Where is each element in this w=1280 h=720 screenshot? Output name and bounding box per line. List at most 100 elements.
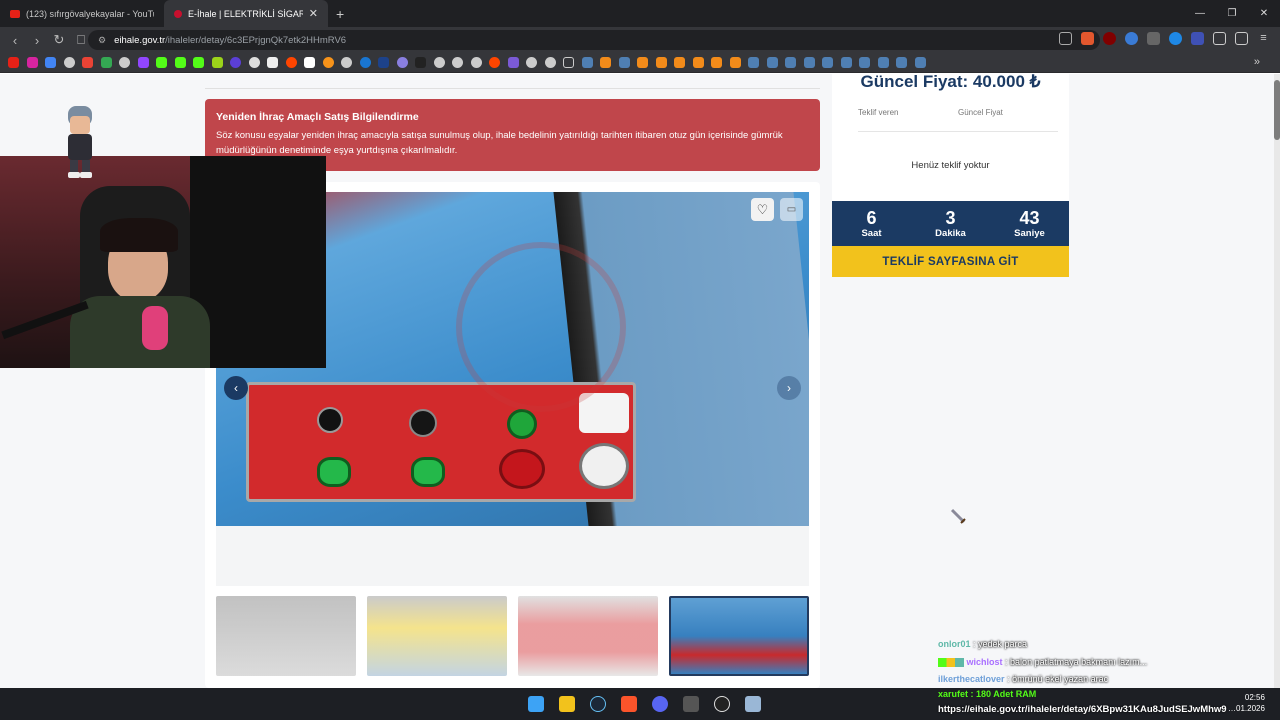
xbox-icon[interactable] xyxy=(211,57,223,68)
brave-shield-icon[interactable] xyxy=(1081,32,1094,45)
orange-site-icon[interactable] xyxy=(729,57,741,68)
file-explorer-icon[interactable] xyxy=(559,696,575,712)
extension-icon[interactable] xyxy=(1169,32,1182,45)
tab-youtube[interactable]: (123) sıfırgövalyekayalar - YouTube xyxy=(0,0,164,27)
system-clock[interactable]: 02:56 …01.2026 xyxy=(1228,692,1265,714)
extension-icon[interactable] xyxy=(1191,32,1204,45)
puzzle-icon[interactable] xyxy=(1213,32,1226,45)
obs-icon[interactable] xyxy=(714,696,730,712)
steam-icon[interactable] xyxy=(748,57,759,68)
orange-site-icon[interactable] xyxy=(637,57,648,68)
app-icon[interactable] xyxy=(683,696,699,712)
minimize-icon[interactable]: — xyxy=(1184,0,1216,27)
gmail-icon[interactable] xyxy=(82,57,93,68)
page-scrollbar[interactable] xyxy=(1274,74,1280,688)
menu-icon[interactable]: ≡ xyxy=(1257,32,1270,45)
globe-icon[interactable] xyxy=(526,57,537,68)
orange-site-icon[interactable] xyxy=(692,57,704,68)
bitcoin-icon[interactable] xyxy=(322,57,334,68)
address-bar[interactable]: ⚙ eihale.gov.tr/ihaleler/detay/6c3EPrjgn… xyxy=(88,30,1100,50)
forward-icon[interactable]: › xyxy=(30,33,44,48)
back-icon[interactable]: ‹ xyxy=(8,33,22,48)
youtube-icon[interactable] xyxy=(8,57,19,68)
extension-icon[interactable] xyxy=(1147,32,1160,45)
kick-icon[interactable] xyxy=(193,57,204,68)
thumbnail-2[interactable] xyxy=(367,596,507,676)
orange-site-icon[interactable] xyxy=(600,57,611,68)
steam-icon[interactable] xyxy=(859,57,870,68)
fullscreen-icon[interactable]: ▭ xyxy=(780,198,803,221)
globe-icon[interactable] xyxy=(119,57,130,68)
avatar-shoe xyxy=(68,172,80,178)
steam-icon[interactable] xyxy=(590,696,606,712)
kick-icon[interactable] xyxy=(174,57,186,68)
reddit-icon[interactable] xyxy=(489,57,500,68)
drive-icon[interactable] xyxy=(100,57,112,68)
twitch-icon[interactable] xyxy=(137,57,149,68)
ublock-icon[interactable] xyxy=(1103,32,1116,45)
brave-icon[interactable] xyxy=(621,696,637,712)
tab-eihale[interactable]: E-İhale | ELEKTRİKLİ SİGARA SAR ✕ xyxy=(164,0,328,27)
emergency-stop xyxy=(499,449,545,489)
windows-start-icon[interactable] xyxy=(528,696,544,712)
orange-site-icon[interactable] xyxy=(674,57,685,68)
play-icon[interactable] xyxy=(359,57,371,68)
steam-icon[interactable] xyxy=(877,57,889,68)
seconds-label: Saniye xyxy=(1014,228,1045,239)
feather-icon[interactable] xyxy=(507,57,519,68)
translate-icon[interactable] xyxy=(45,57,56,68)
extension-icon[interactable] xyxy=(230,57,241,68)
share-icon[interactable] xyxy=(1059,32,1072,45)
scrollbar-thumb[interactable] xyxy=(1274,80,1280,140)
kick-icon[interactable] xyxy=(415,57,426,68)
parsec-icon[interactable] xyxy=(304,57,315,68)
favorite-heart-icon[interactable]: ♡ xyxy=(751,198,774,221)
steam-icon[interactable] xyxy=(840,57,852,68)
close-window-icon[interactable]: ✕ xyxy=(1248,0,1280,27)
globe-icon[interactable] xyxy=(433,57,445,68)
orange-site-icon[interactable] xyxy=(711,57,722,68)
extension-icon[interactable] xyxy=(396,57,408,68)
steam-icon[interactable] xyxy=(914,57,926,68)
prev-image-button[interactable]: ‹ xyxy=(224,376,248,400)
bid-card: Güncel Fiyat: 40.000 ₺ Teklif veren Günc… xyxy=(832,74,1069,201)
openai-icon[interactable] xyxy=(248,57,260,68)
reload-icon[interactable]: ↻ xyxy=(52,32,66,48)
new-tab-button[interactable]: + xyxy=(328,6,352,22)
orange-site-icon[interactable] xyxy=(655,57,667,68)
folder-icon[interactable] xyxy=(563,57,574,68)
restore-icon[interactable]: ❐ xyxy=(1216,0,1248,27)
steam-icon[interactable] xyxy=(618,57,630,68)
thumbnail-1[interactable] xyxy=(216,596,356,676)
globe-icon[interactable] xyxy=(63,57,75,68)
more-bookmarks-icon[interactable]: » xyxy=(1254,56,1260,68)
steam-icon[interactable] xyxy=(896,57,907,68)
globe-icon[interactable] xyxy=(470,57,482,68)
settings-icon[interactable] xyxy=(544,57,556,68)
globe-icon[interactable] xyxy=(452,57,463,68)
nba-icon[interactable] xyxy=(378,57,389,68)
steam-icon[interactable] xyxy=(581,57,593,68)
extension-icon[interactable] xyxy=(1125,32,1138,45)
image-caption-area xyxy=(216,526,809,586)
seconds-value: 43 xyxy=(1019,208,1040,228)
reddit-icon[interactable] xyxy=(285,57,297,68)
thumbnail-3[interactable] xyxy=(518,596,658,676)
close-tab-icon[interactable]: ✕ xyxy=(309,7,318,20)
steam-icon[interactable] xyxy=(785,57,796,68)
sidebar-icon[interactable] xyxy=(1235,32,1248,45)
discord-icon[interactable] xyxy=(652,696,668,712)
x-icon[interactable] xyxy=(267,57,278,68)
steam-icon[interactable] xyxy=(803,57,815,68)
app-icon[interactable] xyxy=(745,696,761,712)
globe-icon[interactable] xyxy=(341,57,352,68)
steam-icon[interactable] xyxy=(822,57,833,68)
thumbnail-4-selected[interactable] xyxy=(669,596,809,676)
steam-icon[interactable] xyxy=(766,57,778,68)
bookmark-icon[interactable]: ⎕ xyxy=(74,32,88,48)
site-info-icon[interactable]: ⚙ xyxy=(98,35,106,46)
kick-icon[interactable] xyxy=(156,57,167,68)
next-image-button[interactable]: › xyxy=(777,376,801,400)
instagram-icon[interactable] xyxy=(26,57,38,68)
go-to-bid-page-button[interactable]: TEKLİF SAYFASINA GİT xyxy=(832,246,1069,277)
